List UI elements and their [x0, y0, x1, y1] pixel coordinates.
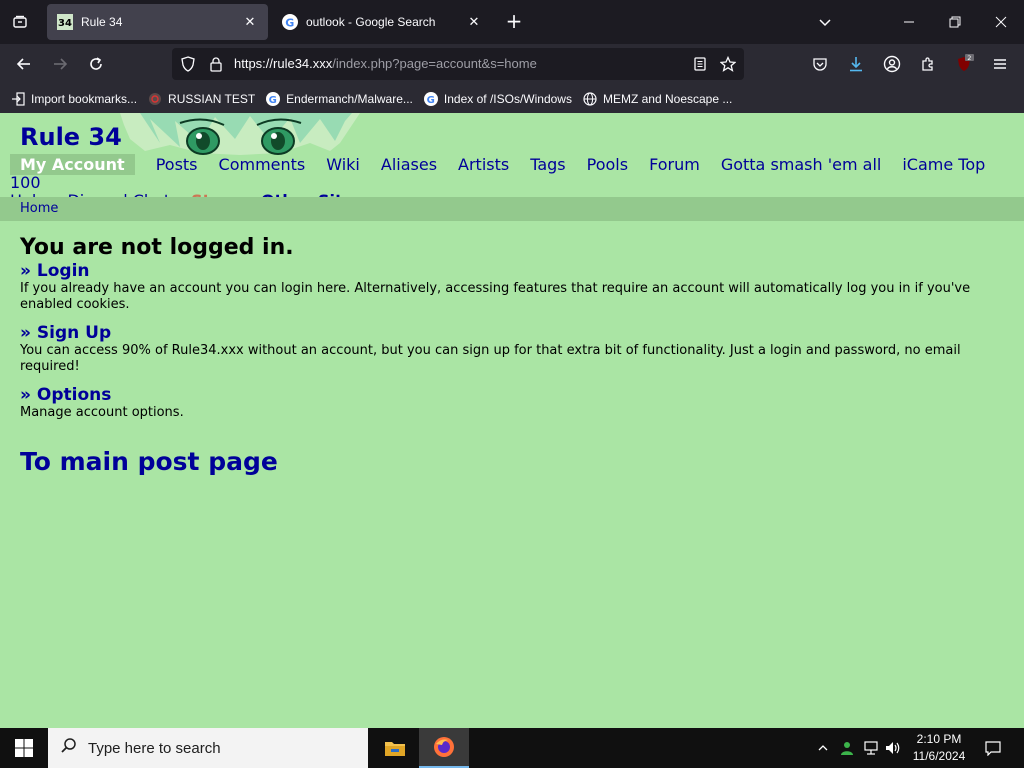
google-icon: G: [265, 91, 281, 107]
svg-text:G: G: [285, 17, 294, 30]
svg-text:G: G: [269, 95, 277, 106]
options-link[interactable]: » Options: [20, 385, 995, 405]
signup-link[interactable]: » Sign Up: [20, 323, 995, 343]
taskbar-clock[interactable]: 2:10 PM 11/6/2024: [906, 731, 972, 765]
site-favicon-icon: 34: [57, 14, 73, 30]
tab-title: outlook - Google Search: [306, 15, 436, 29]
taskbar-search-box[interactable]: Type here to search: [48, 728, 368, 768]
url-path: /index.php?page=account&s=home: [332, 56, 537, 71]
navigation-toolbar: https://rule34.xxx/index.php?page=accoun…: [0, 44, 1024, 84]
tracking-shield-icon[interactable]: [176, 52, 200, 76]
close-window-icon[interactable]: [978, 0, 1024, 44]
extensions-icon[interactable]: [916, 52, 940, 76]
menu-hamburger-icon[interactable]: [988, 52, 1012, 76]
nav-comments[interactable]: Comments: [219, 155, 306, 174]
breadcrumb: Home: [0, 197, 1024, 221]
bookmark-isos[interactable]: G Index of /ISOs/Windows: [423, 91, 572, 107]
back-arrow-icon[interactable]: [12, 52, 36, 76]
nav-posts[interactable]: Posts: [156, 155, 198, 174]
mascot-banner-image: [120, 113, 360, 155]
web-page: Rule 34 My Account Posts Comments Wiki Alias…: [0, 113, 1024, 728]
notifications-icon[interactable]: [978, 728, 1008, 768]
page-heading: You are not logged in.: [20, 235, 294, 260]
bookmark-import[interactable]: Import bookmarks...: [10, 91, 137, 107]
windows-start-icon[interactable]: [0, 728, 48, 768]
volume-icon[interactable]: [882, 728, 904, 768]
bookmarks-toolbar: Import bookmarks... RUSSIAN TEST G Ender…: [0, 84, 1024, 113]
nav-tags[interactable]: Tags: [530, 155, 565, 174]
bookmark-label: Endermanch/Malware...: [286, 91, 413, 106]
forward-arrow-icon[interactable]: [48, 52, 72, 76]
firefox-taskbar-icon[interactable]: [419, 728, 469, 768]
network-icon[interactable]: [860, 728, 882, 768]
import-icon: [10, 91, 26, 107]
login-link[interactable]: » Login: [20, 261, 995, 281]
nav-smash[interactable]: Gotta smash 'em all: [721, 155, 882, 174]
signup-description: You can access 90% of Rule34.xxx without…: [20, 343, 961, 374]
bookmark-memz[interactable]: MEMZ and Noescape ...: [582, 91, 732, 107]
site-icon: [147, 91, 163, 107]
bookmark-russian-test[interactable]: RUSSIAN TEST: [147, 91, 255, 107]
bookmark-label: Import bookmarks...: [31, 91, 138, 106]
people-icon[interactable]: [836, 728, 858, 768]
main-post-page-link[interactable]: To main post page: [20, 447, 995, 476]
url-text[interactable]: https://rule34.xxx/index.php?page=accoun…: [234, 56, 537, 71]
options-description: Manage account options.: [20, 405, 184, 420]
search-icon: [60, 737, 78, 759]
nav-forum[interactable]: Forum: [649, 155, 700, 174]
account-icon[interactable]: [880, 52, 904, 76]
tab-rule34[interactable]: 34 Rule 34 ✕: [47, 4, 268, 40]
nav-my-account[interactable]: My Account: [10, 154, 135, 175]
bookmark-endermanch[interactable]: G Endermanch/Malware...: [265, 91, 413, 107]
svg-text:34: 34: [58, 18, 72, 29]
nav-aliases[interactable]: Aliases: [381, 155, 437, 174]
close-tab-icon[interactable]: ✕: [466, 14, 482, 30]
breadcrumb-home-link[interactable]: Home: [20, 201, 58, 216]
clock-time: 2:10 PM: [916, 732, 962, 746]
google-icon: G: [423, 91, 439, 107]
bookmark-star-icon[interactable]: [716, 52, 740, 76]
nav-pools[interactable]: Pools: [587, 155, 628, 174]
windows-taskbar: Type here to search 2:10 PM 11/6/2024: [0, 728, 1024, 768]
ublock-icon[interactable]: 2: [952, 52, 976, 76]
tab-list-button[interactable]: [6, 8, 34, 36]
tray-chevron-up-icon[interactable]: [812, 728, 834, 768]
svg-text:G: G: [427, 95, 435, 106]
login-description: If you already have an account you can l…: [20, 281, 971, 312]
new-tab-icon[interactable]: +: [502, 10, 526, 34]
globe-icon: [582, 91, 598, 107]
address-bar[interactable]: https://rule34.xxx/index.php?page=accoun…: [172, 48, 744, 80]
minimize-icon[interactable]: [886, 0, 932, 44]
tab-title: Rule 34: [81, 15, 123, 29]
tab-outlook-search[interactable]: G outlook - Google Search ✕: [272, 4, 492, 40]
tab-overflow-chevron-icon[interactable]: [802, 0, 848, 44]
tab-bar: 34 Rule 34 ✕ G outlook - Google Search ✕…: [0, 0, 1024, 44]
extension-badge: 2: [967, 54, 971, 62]
downloads-icon[interactable]: [844, 52, 868, 76]
google-icon: G: [282, 14, 298, 30]
reload-icon[interactable]: [84, 52, 108, 76]
nav-wiki[interactable]: Wiki: [326, 155, 360, 174]
restore-icon[interactable]: [932, 0, 978, 44]
bookmark-label: Index of /ISOs/Windows: [443, 91, 572, 106]
bookmark-label: RUSSIAN TEST: [168, 91, 256, 106]
site-title[interactable]: Rule 34: [20, 123, 122, 151]
search-placeholder: Type here to search: [88, 739, 221, 757]
tab-list-icon: [13, 15, 27, 28]
clock-date: 11/6/2024: [912, 749, 966, 763]
reader-view-icon[interactable]: [688, 52, 712, 76]
close-tab-icon[interactable]: ✕: [242, 14, 258, 30]
url-host: https://rule34.xxx: [234, 56, 333, 71]
bookmark-label: MEMZ and Noescape ...: [602, 91, 733, 106]
file-explorer-icon[interactable]: [370, 728, 420, 768]
account-content: You are not logged in. » Login If you al…: [20, 235, 995, 476]
pocket-icon[interactable]: [808, 52, 832, 76]
lock-icon[interactable]: [204, 52, 228, 76]
nav-artists[interactable]: Artists: [458, 155, 509, 174]
